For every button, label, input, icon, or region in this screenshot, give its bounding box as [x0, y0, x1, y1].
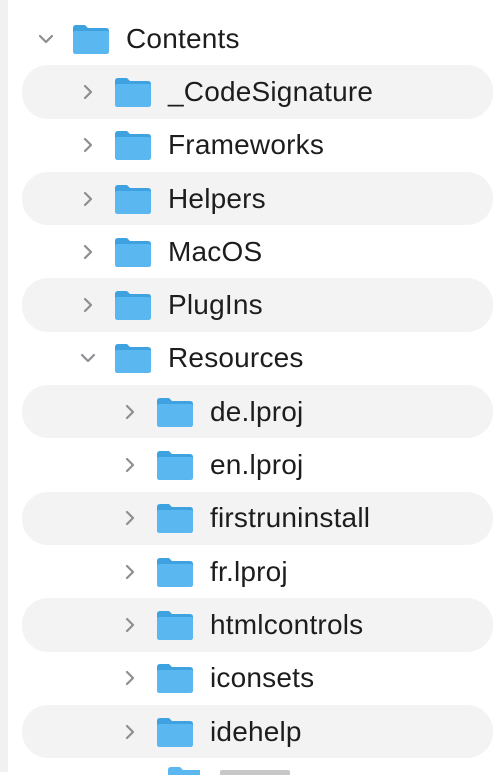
- tree-row-label: Resources: [168, 342, 304, 374]
- tree-row-macos[interactable]: MacOS: [0, 225, 493, 278]
- folder-icon: [157, 397, 193, 427]
- folder-icon: [115, 184, 151, 214]
- file-tree: Contents _CodeSignature Frameworks Helpe…: [0, 12, 493, 759]
- folder-icon: [73, 24, 109, 54]
- chevron-down-icon[interactable]: [36, 29, 56, 49]
- tree-row-label: en.lproj: [210, 449, 304, 481]
- folder-icon: [115, 77, 151, 107]
- folder-icon: [115, 344, 151, 374]
- tree-row-label: fr.lproj: [210, 555, 288, 587]
- tree-row-resources[interactable]: Resources: [0, 332, 493, 385]
- tree-row-plugins[interactable]: PlugIns: [22, 278, 493, 332]
- tree-row-label: htmlcontrols: [210, 608, 364, 640]
- tree-row-contents[interactable]: Contents: [0, 12, 493, 65]
- chevron-down-icon[interactable]: [78, 348, 98, 368]
- tree-row-label: de.lproj: [210, 395, 304, 427]
- chevron-right-icon[interactable]: [120, 508, 140, 528]
- folder-icon: [157, 610, 193, 640]
- chevron-right-icon[interactable]: [78, 189, 98, 209]
- folder-icon: [157, 451, 193, 481]
- chevron-right-icon[interactable]: [120, 562, 140, 582]
- chevron-right-icon[interactable]: [78, 135, 98, 155]
- tree-row-firstruninstall[interactable]: firstruninstall: [22, 491, 493, 545]
- tree-row-frameworks[interactable]: Frameworks: [0, 119, 493, 172]
- tree-row-partial: [120, 763, 320, 775]
- folder-icon: [157, 717, 193, 747]
- chevron-right-icon[interactable]: [120, 722, 140, 742]
- tree-row-en-lproj[interactable]: en.lproj: [0, 438, 493, 491]
- tree-row-label: _CodeSignature: [168, 75, 374, 107]
- tree-row-label: iconsets: [210, 662, 315, 694]
- chevron-right-icon[interactable]: [120, 402, 140, 422]
- tree-row-label: idehelp: [210, 715, 302, 747]
- tree-row-label: Frameworks: [168, 129, 325, 161]
- folder-icon: [115, 291, 151, 321]
- tree-row-fr-lproj[interactable]: fr.lproj: [0, 545, 493, 598]
- chevron-right-icon[interactable]: [78, 82, 98, 102]
- tree-row-idehelp[interactable]: idehelp: [22, 704, 493, 759]
- chevron-right-icon[interactable]: [120, 668, 140, 688]
- folder-icon: [157, 504, 193, 534]
- chevron-right-icon[interactable]: [120, 615, 140, 635]
- tree-row-label: Helpers: [168, 182, 266, 214]
- folder-icon: [115, 237, 151, 267]
- tree-row-helpers[interactable]: Helpers: [22, 171, 493, 226]
- folder-icon: [157, 557, 193, 587]
- tree-row-htmlcontrols[interactable]: htmlcontrols: [22, 598, 493, 652]
- chevron-right-icon[interactable]: [120, 455, 140, 475]
- tree-row-label: firstruninstall: [210, 502, 371, 534]
- tree-row-label: PlugIns: [168, 289, 263, 321]
- tree-row-codesignature[interactable]: _CodeSignature: [22, 65, 493, 119]
- chevron-right-icon[interactable]: [78, 295, 98, 315]
- tree-row-label: MacOS: [168, 235, 263, 267]
- tree-row-label: Contents: [126, 22, 240, 54]
- chevron-right-icon[interactable]: [78, 242, 98, 262]
- folder-icon: [157, 664, 193, 694]
- tree-row-iconsets[interactable]: iconsets: [0, 652, 493, 705]
- tree-row-de-lproj[interactable]: de.lproj: [22, 385, 493, 439]
- folder-icon: [115, 131, 151, 161]
